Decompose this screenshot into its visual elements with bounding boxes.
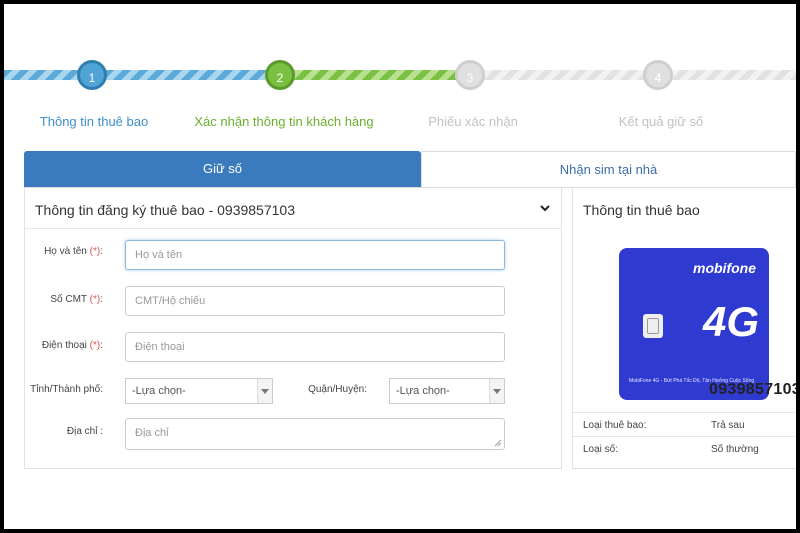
address-label: Địa chỉ : [66, 426, 103, 437]
step-3-circle: 3 [455, 60, 485, 90]
step-3-label: Phiếu xác nhận [428, 114, 518, 129]
registration-panel: Thông tin đăng ký thuê bao - 0939857103 … [24, 188, 562, 469]
progress-stepper: 1 2 3 4 Thông tin thuê bao Xác nhận thôn… [4, 52, 796, 132]
info-row: Loại số: Số thường [573, 436, 796, 461]
cmt-input[interactable]: CMT/Hộ chiếu [125, 286, 505, 316]
mobifone-logo: mobifone [693, 260, 756, 276]
city-select-value: -Lựa chọn- [132, 385, 186, 397]
address-textarea[interactable]: Địa chỉ [125, 418, 505, 450]
dropdown-arrow-icon [257, 379, 272, 403]
dropdown-arrow-icon [489, 379, 504, 403]
card-4g-label: 4G [703, 298, 760, 345]
app-frame: 1 2 3 4 Thông tin thuê bao Xác nhận thôn… [4, 4, 796, 529]
subscriber-title: Thông tin thuê bao [583, 202, 700, 218]
subscriber-number: 0939857103 [709, 381, 796, 398]
info-key: Loại số: [583, 444, 619, 455]
step-2-label: Xác nhận thông tin khách hàng [194, 114, 374, 129]
resize-handle-icon[interactable] [494, 439, 502, 447]
tab-giu-so[interactable]: Giữ số [24, 151, 421, 187]
info-value: Trả sau [711, 420, 745, 431]
phone-input[interactable]: Điện thoại [125, 332, 505, 362]
tab-nhan-sim[interactable]: Nhận sim tại nhà [421, 151, 796, 187]
name-input[interactable]: Họ và tên [125, 240, 505, 270]
registration-title: Thông tin đăng ký thuê bao - 0939857103 [35, 202, 295, 218]
step-1-circle: 1 [77, 60, 107, 90]
step-1-label: Thông tin thuê bao [39, 114, 149, 129]
info-value: Số thường [711, 444, 759, 455]
address-placeholder: Địa chỉ [135, 427, 169, 439]
chevron-down-icon[interactable] [539, 202, 551, 214]
sim-chip-icon [643, 314, 663, 338]
info-row: Loại thuê bao: Trả sau [573, 412, 796, 437]
panel-divider [25, 228, 561, 229]
step-4-label: Kết quả giữ số [618, 114, 704, 129]
city-label: Tỉnh/Thành phố: [30, 384, 103, 395]
cmt-label: Số CMT (*): [50, 294, 103, 305]
stepper-track-current [270, 70, 460, 80]
info-key: Loại thuê bao: [583, 420, 647, 431]
phone-label: Điện thoại (*): [41, 340, 103, 351]
district-select[interactable]: -Lựa chọn- [389, 378, 505, 404]
district-label: Quận/Huyện: [308, 384, 367, 395]
name-label: Họ và tên (*): [44, 246, 103, 257]
step-2-circle: 2 [265, 60, 295, 90]
stepper-track-done [4, 70, 270, 80]
sim-card-image: mobifone 4G MobiFone 4G - Bứt Phá Tốc Độ… [619, 248, 769, 400]
stepper-track-pending [460, 70, 796, 80]
step-4-circle: 4 [643, 60, 673, 90]
city-select[interactable]: -Lựa chọn- [125, 378, 273, 404]
subscriber-panel: Thông tin thuê bao mobifone 4G MobiFone … [572, 188, 796, 469]
tab-bar: Giữ số Nhận sim tại nhà [24, 151, 796, 188]
district-select-value: -Lựa chọn- [396, 385, 450, 397]
